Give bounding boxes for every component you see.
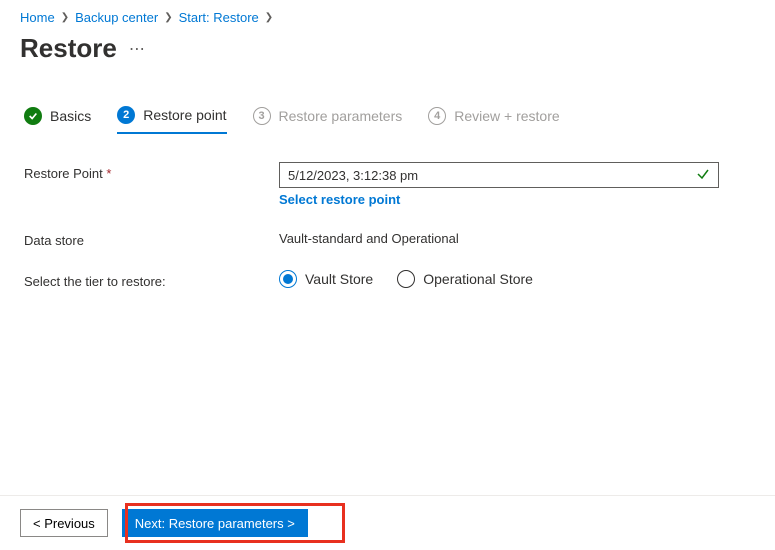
data-store-value: Vault-standard and Operational (279, 229, 751, 246)
radio-label: Operational Store (423, 271, 533, 287)
data-store-label: Data store (24, 229, 279, 248)
breadcrumb-home[interactable]: Home (20, 10, 55, 25)
footer-bar: < Previous Next: Restore parameters > (0, 495, 775, 550)
step-number-icon: 2 (117, 106, 135, 124)
step-restore-point[interactable]: 2 Restore point (117, 106, 226, 134)
radio-vault-store[interactable]: Vault Store (279, 270, 373, 288)
radio-icon (397, 270, 415, 288)
row-restore-point: Restore Point * 5/12/2023, 3:12:38 pm Se… (24, 162, 751, 207)
more-icon[interactable]: ⋯ (129, 39, 145, 59)
step-number-icon: 4 (428, 107, 446, 125)
check-icon (696, 167, 710, 184)
check-icon (24, 107, 42, 125)
select-restore-point-link[interactable]: Select restore point (279, 192, 400, 207)
row-data-store: Data store Vault-standard and Operationa… (24, 229, 751, 248)
tier-label: Select the tier to restore: (24, 270, 279, 289)
step-label: Restore parameters (279, 108, 403, 124)
step-restore-parameters[interactable]: 3 Restore parameters (253, 107, 403, 133)
tier-radio-group: Vault Store Operational Store (279, 270, 751, 288)
radio-operational-store[interactable]: Operational Store (397, 270, 533, 288)
required-marker: * (106, 166, 111, 181)
step-label: Basics (50, 108, 91, 124)
page-header: Restore ⋯ (0, 29, 775, 82)
radio-label: Vault Store (305, 271, 373, 287)
form-area: Restore Point * 5/12/2023, 3:12:38 pm Se… (0, 134, 775, 289)
page-title: Restore (20, 33, 117, 64)
wizard-steps: Basics 2 Restore point 3 Restore paramet… (0, 82, 775, 134)
step-basics[interactable]: Basics (24, 107, 91, 133)
restore-point-input[interactable]: 5/12/2023, 3:12:38 pm (279, 162, 719, 188)
step-label: Restore point (143, 107, 226, 123)
step-label: Review + restore (454, 108, 559, 124)
chevron-right-icon: ❯ (265, 12, 273, 23)
previous-button[interactable]: < Previous (20, 509, 108, 537)
row-tier: Select the tier to restore: Vault Store … (24, 270, 751, 289)
radio-icon (279, 270, 297, 288)
chevron-right-icon: ❯ (61, 12, 69, 23)
breadcrumb-backup-center[interactable]: Backup center (75, 10, 158, 25)
breadcrumb: Home ❯ Backup center ❯ Start: Restore ❯ (0, 0, 775, 29)
step-number-icon: 3 (253, 107, 271, 125)
chevron-right-icon: ❯ (164, 12, 172, 23)
breadcrumb-start-restore[interactable]: Start: Restore (179, 10, 259, 25)
restore-point-value: 5/12/2023, 3:12:38 pm (288, 168, 696, 183)
next-button[interactable]: Next: Restore parameters > (122, 509, 308, 537)
step-review-restore[interactable]: 4 Review + restore (428, 107, 559, 133)
restore-point-label: Restore Point * (24, 162, 279, 181)
